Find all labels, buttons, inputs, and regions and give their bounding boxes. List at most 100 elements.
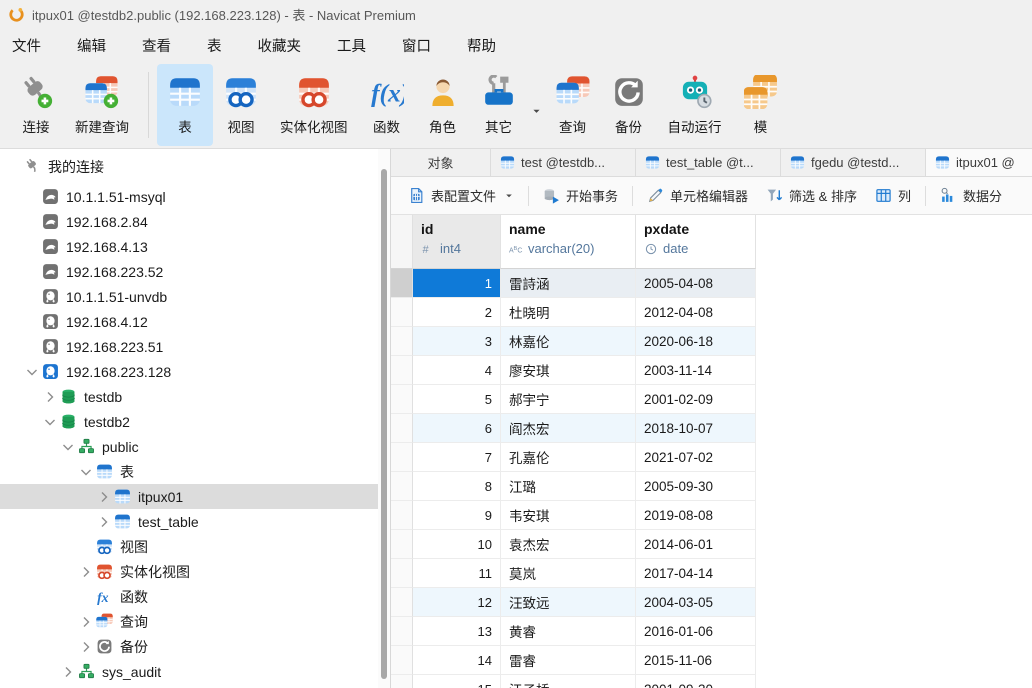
tree-item-[interactable]: 表 [0, 459, 378, 484]
tree-item-sys_audit[interactable]: sys_audit [0, 659, 378, 684]
cell-name[interactable]: 江子桥 [501, 675, 636, 688]
cell-id[interactable]: 3 [413, 327, 501, 356]
table-toolbar-button[interactable]: 单元格编辑器 [638, 182, 757, 209]
cell-pxdate[interactable]: 2014-06-01 [636, 530, 756, 559]
tree-item-10.1.1.51-msyql[interactable]: 10.1.1.51-msyql [0, 184, 378, 209]
sidebar-scrollbar-thumb[interactable] [381, 169, 387, 679]
cell-name[interactable]: 孔嘉伦 [501, 443, 636, 472]
tree-item-[interactable]: 查询 [0, 609, 378, 634]
cell-id[interactable]: 6 [413, 414, 501, 443]
table-toolbar-button[interactable]: 表配置文件 [399, 182, 523, 209]
chevron-right-icon[interactable] [60, 664, 76, 680]
cell-pxdate[interactable]: 2001-09-30 [636, 675, 756, 688]
row-selector[interactable] [391, 559, 413, 588]
row-selector[interactable] [391, 501, 413, 530]
menu-item[interactable]: 工具 [337, 35, 366, 56]
cell-id[interactable]: 11 [413, 559, 501, 588]
table-row[interactable]: 1雷詩涵2005-04-08 [391, 269, 1032, 298]
row-selector[interactable] [391, 385, 413, 414]
cell-pxdate[interactable]: 2012-04-08 [636, 298, 756, 327]
cell-pxdate[interactable]: 2021-07-02 [636, 443, 756, 472]
sidebar-scrollbar[interactable] [378, 149, 390, 688]
cell-pxdate[interactable]: 2015-11-06 [636, 646, 756, 675]
toolbar-button[interactable]: 备份 [601, 64, 657, 146]
cell-name[interactable]: 莫岚 [501, 559, 636, 588]
menu-item[interactable]: 表 [207, 35, 222, 56]
cell-name[interactable]: 杜晓明 [501, 298, 636, 327]
cell-id[interactable]: 14 [413, 646, 501, 675]
cell-pxdate[interactable]: 2018-10-07 [636, 414, 756, 443]
cell-pxdate[interactable]: 2019-08-08 [636, 501, 756, 530]
cell-name[interactable]: 韦安琪 [501, 501, 636, 530]
chevron-down-icon[interactable] [78, 464, 94, 480]
menu-item[interactable]: 帮助 [467, 35, 496, 56]
table-row[interactable]: 2杜晓明2012-04-08 [391, 298, 1032, 327]
toolbar-button[interactable]: 实体化视图 [269, 64, 359, 146]
tree-item-test_table[interactable]: test_table [0, 509, 378, 534]
table-row[interactable]: 6阎杰宏2018-10-07 [391, 414, 1032, 443]
cell-id[interactable]: 5 [413, 385, 501, 414]
tree-item-public[interactable]: public [0, 434, 378, 459]
cell-pxdate[interactable]: 2017-04-14 [636, 559, 756, 588]
cell-pxdate[interactable]: 2003-11-14 [636, 356, 756, 385]
row-selector[interactable] [391, 356, 413, 385]
cell-id[interactable]: 4 [413, 356, 501, 385]
tree-item-[interactable]: 备份 [0, 634, 378, 659]
toolbar-button[interactable]: 视图 [213, 64, 269, 146]
cell-name[interactable]: 黄睿 [501, 617, 636, 646]
table-row[interactable]: 13黄睿2016-01-06 [391, 617, 1032, 646]
table-row[interactable]: 3林嘉伦2020-06-18 [391, 327, 1032, 356]
tree-item-192.168.223.128[interactable]: 192.168.223.128 [0, 359, 378, 384]
tree-item-192.168.2.84[interactable]: 192.168.2.84 [0, 209, 378, 234]
menu-item[interactable]: 查看 [142, 35, 171, 56]
toolbar-button[interactable]: 自动运行 [657, 64, 733, 146]
row-selector[interactable] [391, 675, 413, 688]
row-selector[interactable] [391, 269, 413, 298]
tree-item-10.1.1.51-unvdb[interactable]: 10.1.1.51-unvdb [0, 284, 378, 309]
chevron-right-icon[interactable] [78, 639, 94, 655]
tree-item-testdb2[interactable]: testdb2 [0, 409, 378, 434]
tree-item-testdb[interactable]: testdb [0, 384, 378, 409]
table-row[interactable]: 15江子桥2001-09-30 [391, 675, 1032, 688]
table-toolbar-button[interactable]: 筛选 & 排序 [757, 182, 866, 209]
column-header-name[interactable]: nameABCvarchar(20) [501, 215, 636, 269]
table-toolbar-button[interactable]: 开始事务 [534, 182, 627, 209]
chevron-right-icon[interactable] [96, 514, 112, 530]
table-row[interactable]: 4廖安琪2003-11-14 [391, 356, 1032, 385]
cell-pxdate[interactable]: 2004-03-05 [636, 588, 756, 617]
tab-itpux01[interactable]: itpux01 @ [926, 149, 1032, 176]
cell-name[interactable]: 雷詩涵 [501, 269, 636, 298]
tree-item-[interactable]: 实体化视图 [0, 559, 378, 584]
row-selector[interactable] [391, 530, 413, 559]
row-selector[interactable] [391, 646, 413, 675]
menu-item[interactable]: 收藏夹 [258, 35, 302, 56]
table-toolbar-button[interactable]: 列 [866, 182, 920, 209]
tree-item-[interactable]: fx函数 [0, 584, 378, 609]
tab-testtestdb[interactable]: test @testdb... [491, 149, 636, 176]
tree-item-192.168.223.51[interactable]: 192.168.223.51 [0, 334, 378, 359]
toolbar-button[interactable]: 表 [157, 64, 213, 146]
cell-id[interactable]: 12 [413, 588, 501, 617]
toolbar-button[interactable]: 其它 [471, 64, 527, 146]
tree-item-itpux01[interactable]: itpux01 [0, 484, 378, 509]
cell-pxdate[interactable]: 2001-02-09 [636, 385, 756, 414]
cell-id[interactable]: 2 [413, 298, 501, 327]
table-toolbar-button[interactable]: 数据分 [931, 182, 1011, 209]
row-selector[interactable] [391, 414, 413, 443]
table-row[interactable]: 12汪致远2004-03-05 [391, 588, 1032, 617]
chevron-down-icon[interactable] [42, 414, 58, 430]
cell-pxdate[interactable]: 2020-06-18 [636, 327, 756, 356]
cell-pxdate[interactable]: 2016-01-06 [636, 617, 756, 646]
toolbar-button[interactable]: 连接 [8, 64, 64, 146]
tab-fgedutestd[interactable]: fgedu @testd... [781, 149, 926, 176]
toolbar-button[interactable]: 角色 [415, 64, 471, 146]
tab-test_tablet[interactable]: test_table @t... [636, 149, 781, 176]
cell-name[interactable]: 江璐 [501, 472, 636, 501]
menu-item[interactable]: 编辑 [77, 35, 106, 56]
tab-[interactable]: 对象 [391, 149, 491, 176]
table-row[interactable]: 10袁杰宏2014-06-01 [391, 530, 1032, 559]
menu-item[interactable]: 窗口 [402, 35, 431, 56]
cell-name[interactable]: 郝宇宁 [501, 385, 636, 414]
table-row[interactable]: 11莫岚2017-04-14 [391, 559, 1032, 588]
tree-item-192.168.4.12[interactable]: 192.168.4.12 [0, 309, 378, 334]
